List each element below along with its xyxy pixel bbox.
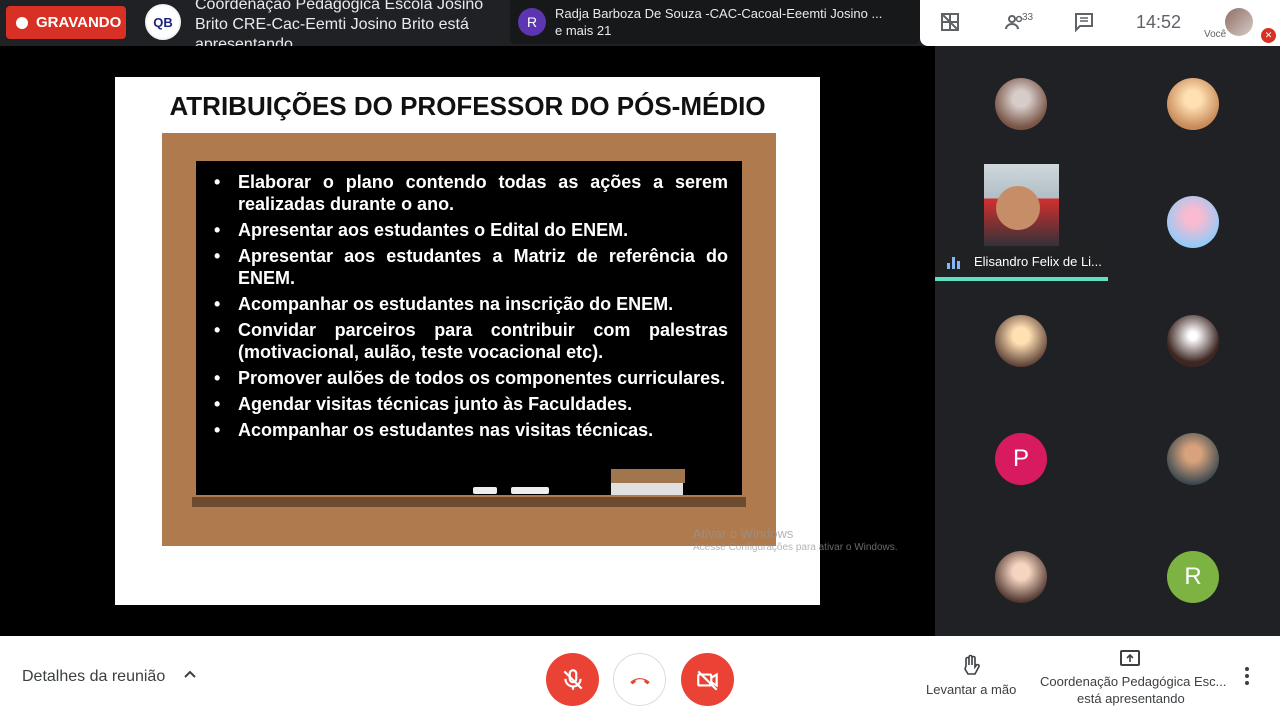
participant-tile[interactable]	[1167, 433, 1219, 485]
notification-line2: e mais 21	[555, 23, 612, 38]
active-speaker-face	[996, 186, 1040, 230]
participant-tile[interactable]	[1167, 196, 1219, 248]
recording-indicator: GRAVANDO	[6, 6, 126, 39]
mic-off-icon	[563, 668, 582, 690]
camera-toggle-button[interactable]	[681, 653, 734, 706]
chevron-up-icon[interactable]	[182, 666, 198, 687]
raise-hand-icon[interactable]	[960, 654, 982, 684]
hang-up-icon	[629, 677, 650, 684]
chalk-piece	[473, 487, 497, 494]
bullet-item: Apresentar aos estudantes o Edital do EN…	[214, 219, 728, 241]
participant-tile[interactable]	[1167, 315, 1219, 367]
bottom-bar: Detalhes da reunião Levantar a mão Coord…	[0, 636, 1280, 719]
recording-dot-icon	[16, 16, 28, 29]
join-notification[interactable]: R Radja Barboza De Souza -CAC-Cacoal-Eee…	[510, 0, 920, 44]
active-speaker-name: Elisandro Felix de Li...	[974, 254, 1102, 269]
presenting-label-line2: está apresentando	[1077, 691, 1185, 706]
speaking-indicator-icon	[947, 257, 960, 269]
present-screen-icon[interactable]	[1120, 650, 1140, 666]
participant-tile-r[interactable]: R	[1167, 551, 1219, 603]
notification-line1: Radja Barboza De Souza -CAC-Cacoal-Eeemt…	[555, 6, 883, 21]
chalkboard-ledge	[192, 497, 746, 507]
chalkboard-frame: Elaborar o plano contendo todas as ações…	[162, 133, 776, 546]
participant-tile[interactable]	[1167, 78, 1219, 130]
top-bar: GRAVANDO QB Coordenação Pedagógica Escol…	[0, 0, 935, 53]
participant-tile-p[interactable]: P	[995, 433, 1047, 485]
bullet-item: Apresentar aos estudantes a Matriz de re…	[214, 245, 728, 289]
presenter-avatar: QB	[145, 4, 181, 40]
bullet-list: Elaborar o plano contendo todas as ações…	[196, 161, 742, 441]
people-count: 33	[1022, 12, 1034, 23]
chalkboard: Elaborar o plano contendo todas as ações…	[196, 161, 742, 495]
self-label: Você	[1204, 29, 1227, 40]
eraser-top	[611, 469, 685, 483]
notification-avatar: R	[518, 8, 546, 36]
more-options-icon[interactable]	[1244, 666, 1250, 686]
mic-off-icon: ✕	[1261, 28, 1276, 43]
self-avatar[interactable]	[1225, 8, 1253, 36]
layout-grid-icon[interactable]	[940, 12, 960, 38]
participants-panel	[935, 46, 1280, 636]
notification-avatar-letter: R	[526, 14, 538, 30]
slide-title: ATRIBUIÇÕES DO PROFESSOR DO PÓS-MÉDIO	[169, 91, 766, 121]
bullet-item: Promover aulões de todos os componentes …	[214, 367, 728, 389]
bullet-item: Acompanhar os estudantes na inscrição do…	[214, 293, 728, 315]
participant-initial: P	[1012, 445, 1029, 472]
participant-initial: R	[1184, 563, 1202, 590]
meeting-details-button[interactable]: Detalhes da reunião	[22, 668, 165, 686]
windows-watermark-title: Ativar o Windows	[693, 526, 794, 541]
active-speaker-underline	[935, 277, 1108, 281]
participant-tile[interactable]	[995, 78, 1047, 130]
bullet-item: Elaborar o plano contendo todas as ações…	[214, 171, 728, 215]
bullet-item: Acompanhar os estudantes nas visitas téc…	[214, 419, 728, 441]
recording-label: GRAVANDO	[36, 14, 122, 31]
participant-tile[interactable]	[995, 315, 1047, 367]
presenter-logo-text: QB	[153, 14, 173, 30]
mic-toggle-button[interactable]	[546, 653, 599, 706]
clock: 14:52	[1136, 12, 1182, 32]
eraser-base	[611, 481, 683, 495]
chat-icon[interactable]	[1074, 12, 1094, 38]
windows-watermark-subtitle: Acesse Configurações para ativar o Windo…	[693, 542, 898, 553]
participant-tile[interactable]	[995, 551, 1047, 603]
chalk-piece	[511, 487, 549, 494]
camera-off-icon	[696, 670, 718, 691]
raise-hand-label[interactable]: Levantar a mão	[926, 682, 1016, 697]
leave-call-button[interactable]	[613, 653, 666, 706]
bullet-item: Convidar parceiros para contribuir com p…	[214, 319, 728, 363]
bullet-item: Agendar visitas técnicas junto às Faculd…	[214, 393, 728, 415]
presenting-label-line1[interactable]: Coordenação Pedagógica Esc...	[1040, 674, 1226, 689]
